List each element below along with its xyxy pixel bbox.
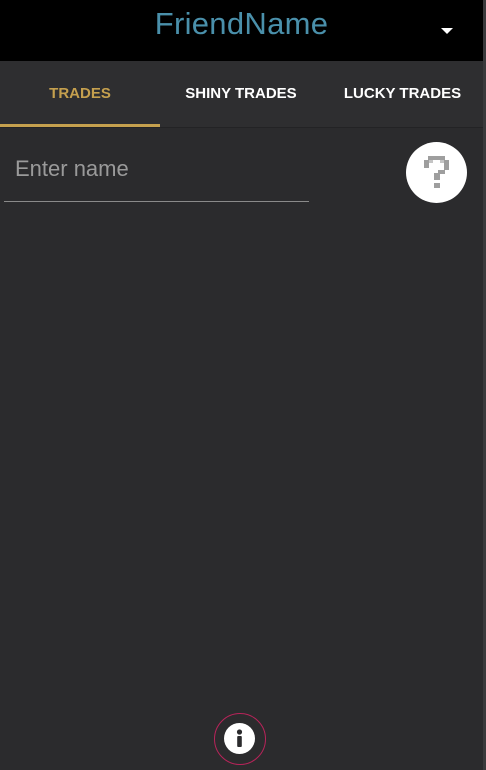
active-tab-indicator [0, 124, 160, 127]
app-screen: FriendName TRADES SHINY TRADES LUCKY TRA… [0, 0, 486, 770]
name-input[interactable] [4, 136, 309, 202]
tab-trades[interactable]: TRADES [0, 61, 160, 127]
caret-down-icon [441, 28, 453, 34]
info-icon [224, 723, 255, 754]
tab-bar: TRADES SHINY TRADES LUCKY TRADES [0, 61, 483, 128]
app-title: FriendName [154, 6, 329, 41]
tab-shiny-trades[interactable]: SHINY TRADES [160, 61, 322, 127]
info-button[interactable] [214, 713, 266, 765]
app-bar: FriendName [0, 0, 483, 61]
tab-lucky-trades[interactable]: LUCKY TRADES [322, 61, 483, 127]
friend-dropdown-button[interactable] [433, 16, 463, 46]
pokemon-avatar-button[interactable] [406, 142, 467, 203]
question-mark-icon [424, 156, 449, 188]
